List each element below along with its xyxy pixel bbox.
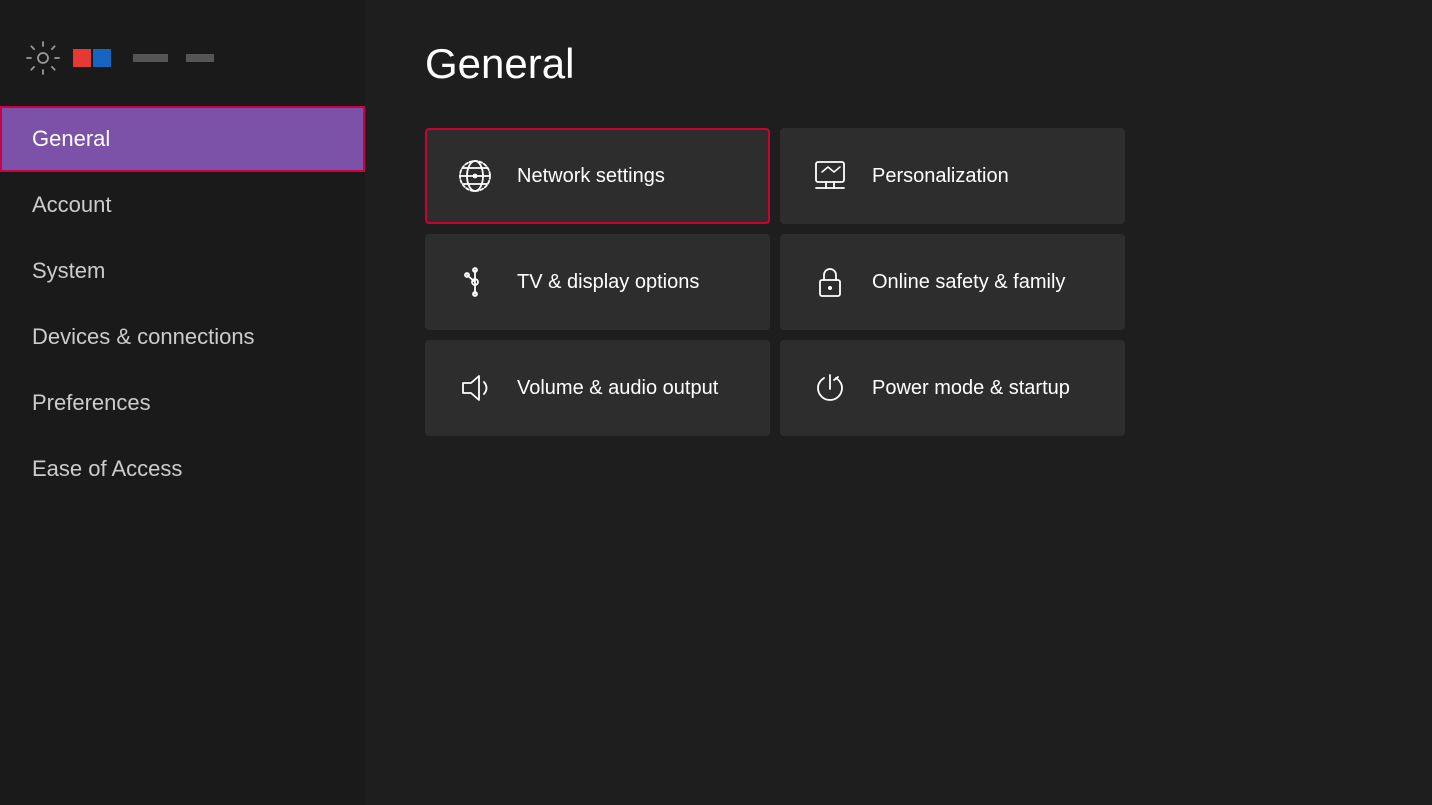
logo-block-blue: [93, 49, 111, 67]
main-content: General Network settings: [365, 0, 1432, 805]
tile-network[interactable]: Network settings: [425, 128, 770, 224]
logo-dash2: [186, 54, 214, 62]
sidebar-item-label: Ease of Access: [32, 456, 182, 481]
sidebar-item-preferences[interactable]: Preferences: [0, 370, 365, 436]
sidebar: General Account System Devices & connect…: [0, 0, 365, 805]
app-container: General Account System Devices & connect…: [0, 0, 1432, 805]
tile-tv-display[interactable]: TV & display options: [425, 234, 770, 330]
sidebar-nav: General Account System Devices & connect…: [0, 106, 365, 502]
logo-dash1: [133, 54, 168, 62]
lock-icon: [812, 264, 848, 300]
sidebar-item-label: General: [32, 126, 110, 151]
network-icon: [457, 158, 493, 194]
tile-network-label: Network settings: [517, 165, 665, 188]
tile-tv-display-label: TV & display options: [517, 271, 699, 294]
tile-volume-label: Volume & audio output: [517, 377, 718, 400]
gear-icon: [25, 40, 61, 76]
sidebar-item-devices[interactable]: Devices & connections: [0, 304, 365, 370]
logo-blocks: [73, 49, 111, 67]
logo-block-red: [73, 49, 91, 67]
sidebar-item-ease[interactable]: Ease of Access: [0, 436, 365, 502]
personalization-icon: [812, 158, 848, 194]
sidebar-item-label: Devices & connections: [32, 324, 255, 349]
sidebar-header: [0, 30, 365, 106]
sidebar-item-label: Preferences: [32, 390, 151, 415]
sidebar-item-system[interactable]: System: [0, 238, 365, 304]
volume-icon: [457, 370, 493, 406]
tile-online-safety-label: Online safety & family: [872, 271, 1065, 294]
tile-personalization-label: Personalization: [872, 165, 1009, 188]
tile-power-label: Power mode & startup: [872, 377, 1070, 400]
sidebar-item-account[interactable]: Account: [0, 172, 365, 238]
tile-volume[interactable]: Volume & audio output: [425, 340, 770, 436]
sidebar-item-label: System: [32, 258, 105, 283]
tv-display-icon: [457, 264, 493, 300]
tile-power[interactable]: Power mode & startup: [780, 340, 1125, 436]
page-title: General: [425, 40, 1372, 88]
tile-online-safety[interactable]: Online safety & family: [780, 234, 1125, 330]
sidebar-item-general[interactable]: General: [0, 106, 365, 172]
tile-personalization[interactable]: Personalization: [780, 128, 1125, 224]
settings-grid: Network settings Personalization: [425, 128, 1125, 436]
power-icon: [812, 370, 848, 406]
sidebar-item-label: Account: [32, 192, 112, 217]
